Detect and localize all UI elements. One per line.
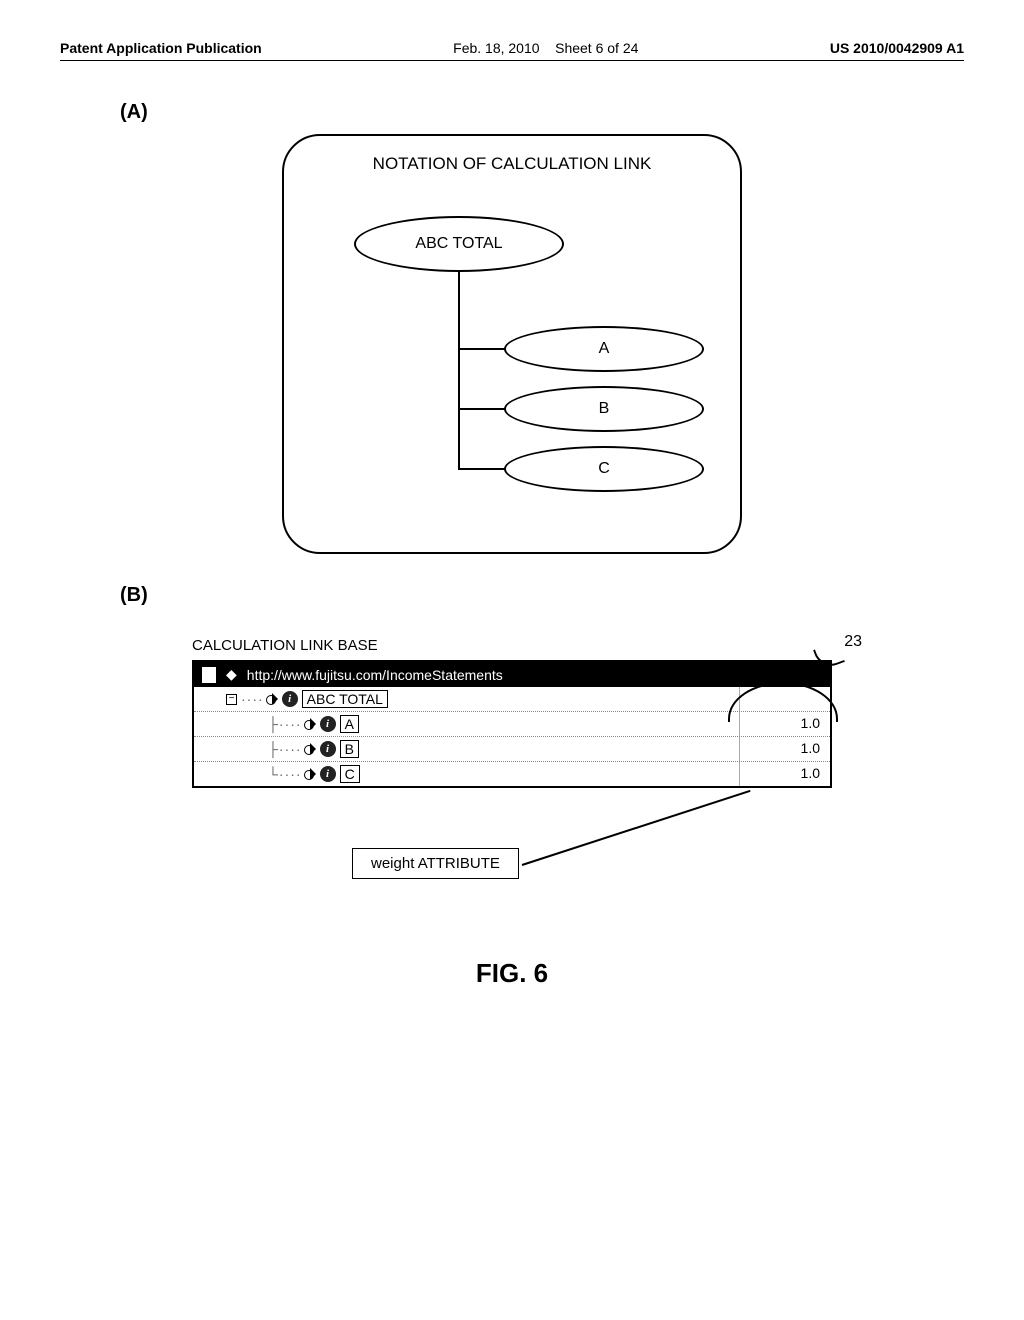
table-row: └···· i C 1.0 [194,761,830,786]
row-label: A [340,715,359,733]
grid-url: http://www.fujitsu.com/IncomeStatements [247,667,503,683]
page-header: Patent Application Publication Feb. 18, … [60,40,964,61]
tree-connector-icon: └···· [268,766,302,782]
header-sheet: Sheet 6 of 24 [555,40,638,56]
node-b-label: B [599,400,610,418]
info-icon: i [282,691,298,707]
table-row: ├···· i B 1.0 [194,736,830,761]
figure-caption: FIG. 6 [60,958,964,989]
row-value: 1.0 [740,737,830,761]
tag-icon [266,693,280,705]
tree-hline-b [458,408,506,410]
row-label: ABC TOTAL [302,690,388,708]
weight-attribute-label: weight ATTRIBUTE [352,848,519,879]
tree-grid: ◆ http://www.fujitsu.com/IncomeStatement… [192,660,832,788]
arrow-icon: ◆ [226,666,237,683]
node-a-label: A [599,340,610,358]
tag-icon [304,743,318,755]
tree-connector-icon: ···· [241,691,264,707]
header-right: US 2010/0042909 A1 [830,40,964,56]
row-label: C [340,765,360,783]
tag-icon [304,768,318,780]
info-icon: i [320,766,336,782]
node-b: B [504,386,704,432]
header-left: Patent Application Publication [60,40,262,56]
grid-header-row: ◆ http://www.fujitsu.com/IncomeStatement… [194,662,830,687]
calc-link-base-title: CALCULATION LINK BASE [192,637,832,654]
notation-title: NOTATION OF CALCULATION LINK [284,154,740,174]
reference-23: 23 [844,633,862,651]
notation-panel: NOTATION OF CALCULATION LINK ABC TOTAL A… [282,134,742,554]
node-abc-total: ABC TOTAL [354,216,564,272]
row-label: B [340,740,359,758]
section-a-label: (A) [120,101,964,124]
section-b-label: (B) [120,584,964,607]
node-a: A [504,326,704,372]
node-c-label: C [598,460,610,478]
tree-hline-c [458,468,506,470]
info-icon: i [320,716,336,732]
tree-connector-icon: ├···· [268,741,302,757]
node-c: C [504,446,704,492]
document-icon [202,667,216,683]
tree-connector-icon: ├···· [268,716,302,732]
row-value: 1.0 [740,762,830,786]
callout-line [522,790,751,866]
header-date: Feb. 18, 2010 [453,40,539,56]
tree-hline-a [458,348,506,350]
info-icon: i [320,741,336,757]
header-mid: Feb. 18, 2010 Sheet 6 of 24 [262,40,830,56]
tag-icon [304,718,318,730]
collapse-icon[interactable]: − [226,694,237,705]
node-abc-total-label: ABC TOTAL [415,235,502,253]
tree-vline [458,272,460,468]
